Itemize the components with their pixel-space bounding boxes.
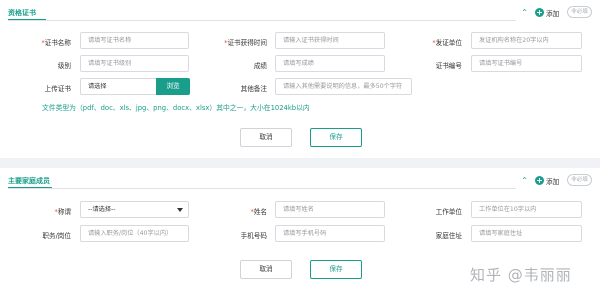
plus-icon: +	[535, 176, 544, 185]
divider	[8, 188, 516, 189]
section-title: 主要家庭成员	[8, 177, 50, 185]
issuer-input[interactable]: 发证机构名称在20字以内	[471, 32, 582, 49]
level-label: 级别	[57, 62, 71, 70]
cert-name-input[interactable]: 请填写证书名称	[80, 32, 189, 49]
cert-number-label: 证书编号	[435, 62, 462, 70]
cert-date-label: *证书获得时间	[224, 39, 267, 47]
upload-label: 上传证书	[44, 85, 71, 93]
chevron-up-icon[interactable]: ⌃	[519, 7, 530, 18]
section-header: 主要家庭成员 ⌃ + 添加 非必填	[0, 174, 600, 189]
issuer-label: *发证单位	[432, 39, 462, 47]
add-button[interactable]: + 添加	[535, 175, 559, 186]
file-type-hint: 文件类型为（pdf、doc、xls、jpg、png、docx、xlsx）其中之一…	[42, 104, 310, 112]
remark-input[interactable]: 请输入其他需要说明的信息，最多50个字符	[275, 78, 412, 95]
save-button[interactable]: 保存	[310, 128, 362, 147]
member-name-label: *姓名	[250, 208, 267, 216]
browse-button[interactable]: 浏览	[156, 78, 190, 95]
add-label: 添加	[546, 9, 560, 18]
relation-label: *称谓	[54, 208, 71, 216]
add-label: 添加	[546, 177, 560, 186]
work-unit-input[interactable]: 工作单位在10字以内	[471, 201, 582, 218]
member-name-input[interactable]: 请填写姓名	[275, 201, 385, 218]
chevron-up-icon[interactable]: ⌃	[519, 175, 530, 186]
position-label: 职务/岗位	[42, 232, 71, 240]
plus-icon: +	[535, 8, 544, 17]
level-input[interactable]: 请填写证书级别	[80, 55, 189, 72]
score-label: 成绩	[253, 62, 267, 70]
add-button[interactable]: + 添加	[535, 7, 559, 18]
cancel-button[interactable]: 取消	[240, 260, 292, 279]
phone-label: 手机号码	[240, 232, 267, 240]
relation-select[interactable]: --请选择--	[80, 201, 189, 218]
caret-down-icon	[177, 208, 183, 212]
section-title: 资格证书	[8, 9, 36, 17]
phone-input[interactable]: 请填写手机号码	[275, 225, 385, 242]
score-input[interactable]: 请填写成绩	[275, 55, 385, 72]
address-label: 家庭住址	[435, 232, 462, 240]
position-input[interactable]: 请输入职务/岗位（40字以内）	[80, 225, 189, 242]
save-button[interactable]: 保存	[310, 260, 362, 279]
qualification-section: 资格证书 ⌃ + 添加 非必填 *证书名称 请填写证书名称 *证书获得时间 请输…	[0, 0, 600, 158]
section-header: 资格证书 ⌃ + 添加 非必填	[0, 6, 600, 21]
remark-label: 其他备注	[240, 85, 267, 93]
relation-select-value: --请选择--	[88, 206, 116, 213]
optional-toggle[interactable]: 非必填	[567, 174, 592, 186]
cert-name-label: *证书名称	[41, 39, 71, 47]
address-input[interactable]: 请填写家庭住址	[471, 225, 582, 242]
work-unit-label: 工作单位	[435, 208, 462, 216]
cancel-button[interactable]: 取消	[240, 128, 292, 147]
divider	[8, 20, 516, 21]
section-separator	[0, 158, 600, 168]
optional-toggle[interactable]: 非必填	[567, 6, 592, 18]
upload-file-field[interactable]: 请选择	[80, 78, 157, 95]
watermark: 知乎 @韦丽丽	[470, 266, 572, 284]
cert-date-input[interactable]: 请输入证书获得时间	[275, 32, 385, 49]
cert-number-input[interactable]: 请填写证书编号	[471, 55, 582, 72]
